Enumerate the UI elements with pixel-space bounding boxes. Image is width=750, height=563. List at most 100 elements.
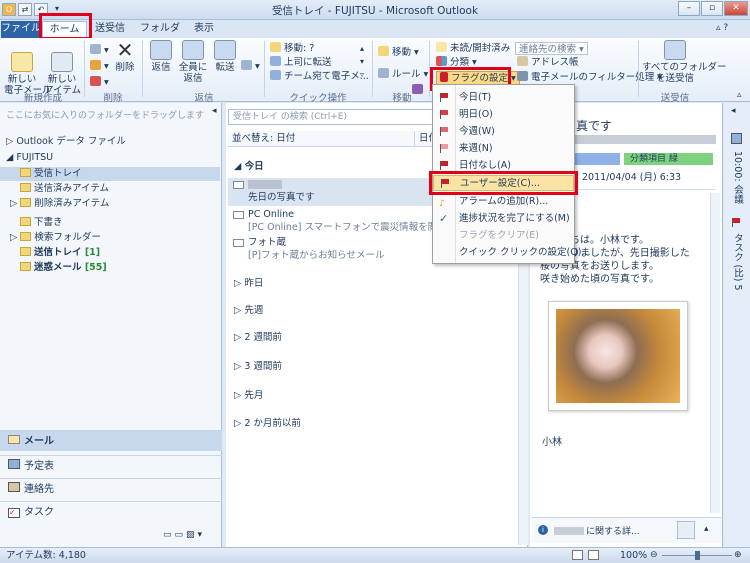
help-icon[interactable]: ▵ ? xyxy=(716,23,728,33)
expand-todo-icon[interactable]: ◂ xyxy=(731,106,736,116)
quickstep-team-email[interactable]: チーム宛て電子メ... xyxy=(270,70,369,83)
flag-icon xyxy=(440,93,448,102)
tab-folder[interactable]: フォルダー xyxy=(138,21,182,50)
blurred-sender xyxy=(248,180,282,189)
group-today[interactable]: ◢ 今日 xyxy=(234,160,264,174)
reading-scrollbar[interactable] xyxy=(710,193,720,513)
forward-button[interactable]: 転送 xyxy=(212,40,238,73)
category-green: 分類項目 緑 xyxy=(624,153,713,165)
folder-sent[interactable]: 送信済みアイテム xyxy=(20,182,109,196)
todo-tasks[interactable]: タスク (比) 5 xyxy=(730,233,744,291)
minimize-button[interactable]: – xyxy=(678,1,700,16)
avatar xyxy=(677,521,695,539)
ribbon-tabs: ファイル ホーム 送受信 フォルダー 表示 ▵ ? xyxy=(0,20,750,50)
menu-item-clear-flag[interactable]: フラグをクリア(E) xyxy=(433,228,574,244)
info-icon: i xyxy=(538,525,548,535)
folder-icon xyxy=(20,168,31,177)
ribbon: 新しい 電子メール 新しい アイテム ▾ ▾ ▾ ✕ 削除 返信 全員に 返信 … xyxy=(0,38,750,104)
folder-search[interactable]: ▷ 検索フォルダー xyxy=(10,231,101,245)
rules-button[interactable]: ルール ▾ xyxy=(378,68,428,81)
quickstep-scroll[interactable]: ▴ ▾ ▿ xyxy=(360,42,364,79)
normal-view-icon[interactable] xyxy=(572,550,583,560)
reading-view-icon[interactable] xyxy=(588,550,599,560)
people-pane[interactable]: i に関する詳... ▴ xyxy=(532,517,721,543)
address-book-icon xyxy=(517,56,528,66)
quickstep-move[interactable]: 移動: ? xyxy=(270,42,314,55)
delete-button[interactable]: ✕ 削除 xyxy=(112,40,138,73)
move-button[interactable]: 移動 ▾ xyxy=(378,46,419,59)
team-icon xyxy=(270,70,281,80)
junk-folder-icon xyxy=(20,262,31,271)
folder-junk[interactable]: 迷惑メール [55] xyxy=(20,261,107,275)
nav-tasks[interactable]: ✓ タスク xyxy=(0,501,222,522)
ignore-button[interactable]: ▾ xyxy=(90,44,109,57)
group-three-weeks[interactable]: ▷ 3 週間前 xyxy=(234,360,282,374)
flag-icon xyxy=(441,179,449,188)
envelope-icon xyxy=(436,42,447,52)
group-yesterday[interactable]: ▷ 昨日 xyxy=(234,277,263,291)
close-button[interactable]: ✕ xyxy=(724,1,748,16)
folder-outbox[interactable]: 送信トレイ [1] xyxy=(20,246,100,260)
zoom-out-icon[interactable]: ⊖ xyxy=(650,548,658,563)
outbox-icon xyxy=(20,247,31,256)
flag-icon xyxy=(732,218,740,227)
menu-item-no-date[interactable]: 日付なし(A) xyxy=(433,158,574,174)
group-label-send-receive: 送受信 xyxy=(660,93,690,104)
unread-button[interactable]: 未読/開封済み xyxy=(436,42,510,55)
group-label-move: 移動 xyxy=(392,93,412,104)
cleanup-button[interactable]: ▾ xyxy=(90,60,109,73)
tab-home[interactable]: ホーム xyxy=(42,21,87,38)
zoom-slider-thumb[interactable] xyxy=(695,551,700,560)
categorize-button[interactable]: 分類 ▾ xyxy=(436,56,477,69)
menu-item-add-reminder[interactable]: ♪ アラームの追加(R)... xyxy=(433,194,574,210)
address-book-button[interactable]: アドレス帳 xyxy=(517,56,579,69)
collapse-nav-icon[interactable]: ◂ xyxy=(212,106,217,116)
nav-small-icons[interactable]: ▭▭▨▾ xyxy=(163,530,205,540)
junk-button[interactable]: ▾ xyxy=(90,76,109,89)
menu-item-today[interactable]: 今日(T) xyxy=(433,90,574,106)
tree-data-file[interactable]: ▷ Outlook データ ファイル xyxy=(6,135,126,149)
cherry-blossom-photo[interactable] xyxy=(548,301,688,411)
read-mail-icon xyxy=(233,211,244,219)
todo-appointment[interactable]: 10:00: 会議 xyxy=(730,151,744,204)
menu-item-custom[interactable]: ユーザー設定(C)... xyxy=(433,175,574,191)
blurred-name xyxy=(554,527,584,535)
find-contact-field[interactable]: 連絡先の検索 ▾ xyxy=(515,42,588,55)
nav-mail[interactable]: メール xyxy=(0,430,222,451)
tab-send-receive[interactable]: 送受信 xyxy=(92,21,128,38)
nav-calendar[interactable]: 予定表 xyxy=(0,455,222,476)
tab-file[interactable]: ファイル xyxy=(1,21,41,38)
menu-item-tomorrow[interactable]: 明日(O) xyxy=(433,107,574,123)
menu-item-quick-click[interactable]: クイック クリックの設定(Q)... xyxy=(433,245,590,261)
group-label-new: 新規作成 xyxy=(23,93,62,104)
filter-email-button[interactable]: 電子メールのフィルター処理 ▾ xyxy=(517,71,662,84)
reply-button[interactable]: 返信 xyxy=(148,40,174,73)
menu-item-next-week[interactable]: 来週(N) xyxy=(433,141,574,157)
quickstep-to-manager[interactable]: 上司に転送 xyxy=(270,56,332,69)
menu-item-mark-complete[interactable]: ✓ 進捗状況を完了にする(M) xyxy=(433,211,574,227)
group-older[interactable]: ▷ 2 か月前以前 xyxy=(234,417,301,431)
navigation-pane: ここにお気に入りのフォルダーをドラッグします ◂ ▷ Outlook データ フ… xyxy=(0,103,222,547)
nav-contacts[interactable]: 連絡先 xyxy=(0,478,222,499)
group-last-month[interactable]: ▷ 先月 xyxy=(234,389,263,403)
collapse-ribbon-icon[interactable]: ▵ xyxy=(737,90,742,100)
title-bar: O ⇄ ↶ ▾ 受信トレイ - FUJITSU - Microsoft Outl… xyxy=(0,0,750,20)
ignore-icon xyxy=(90,44,101,54)
maximize-button[interactable]: ▫ xyxy=(701,1,723,16)
group-last-week[interactable]: ▷ 先週 xyxy=(234,304,263,318)
send-receive-all-button[interactable]: すべてのフォルダー を送受信 xyxy=(642,40,726,84)
reply-all-button[interactable]: 全員に 返信 xyxy=(178,40,208,84)
tab-view[interactable]: 表示 xyxy=(190,21,218,38)
group-two-weeks[interactable]: ▷ 2 週間前 xyxy=(234,331,282,345)
folder-inbox[interactable]: 受信トレイ xyxy=(0,167,220,181)
folder-drafts[interactable]: 下書き xyxy=(20,216,63,230)
tree-account[interactable]: ◢ FUJITSU xyxy=(6,151,53,165)
tasks-icon: ✓ xyxy=(8,508,20,518)
zoom-in-icon[interactable]: ⊕ xyxy=(734,548,742,563)
folder-icon xyxy=(20,217,31,226)
flag-icon xyxy=(440,161,448,170)
folder-deleted[interactable]: ▷ 削除済みアイテム xyxy=(10,197,109,211)
menu-item-this-week[interactable]: 今週(W) xyxy=(433,124,574,140)
more-respond-button[interactable]: ▾ xyxy=(241,60,260,73)
contacts-icon xyxy=(8,482,20,492)
